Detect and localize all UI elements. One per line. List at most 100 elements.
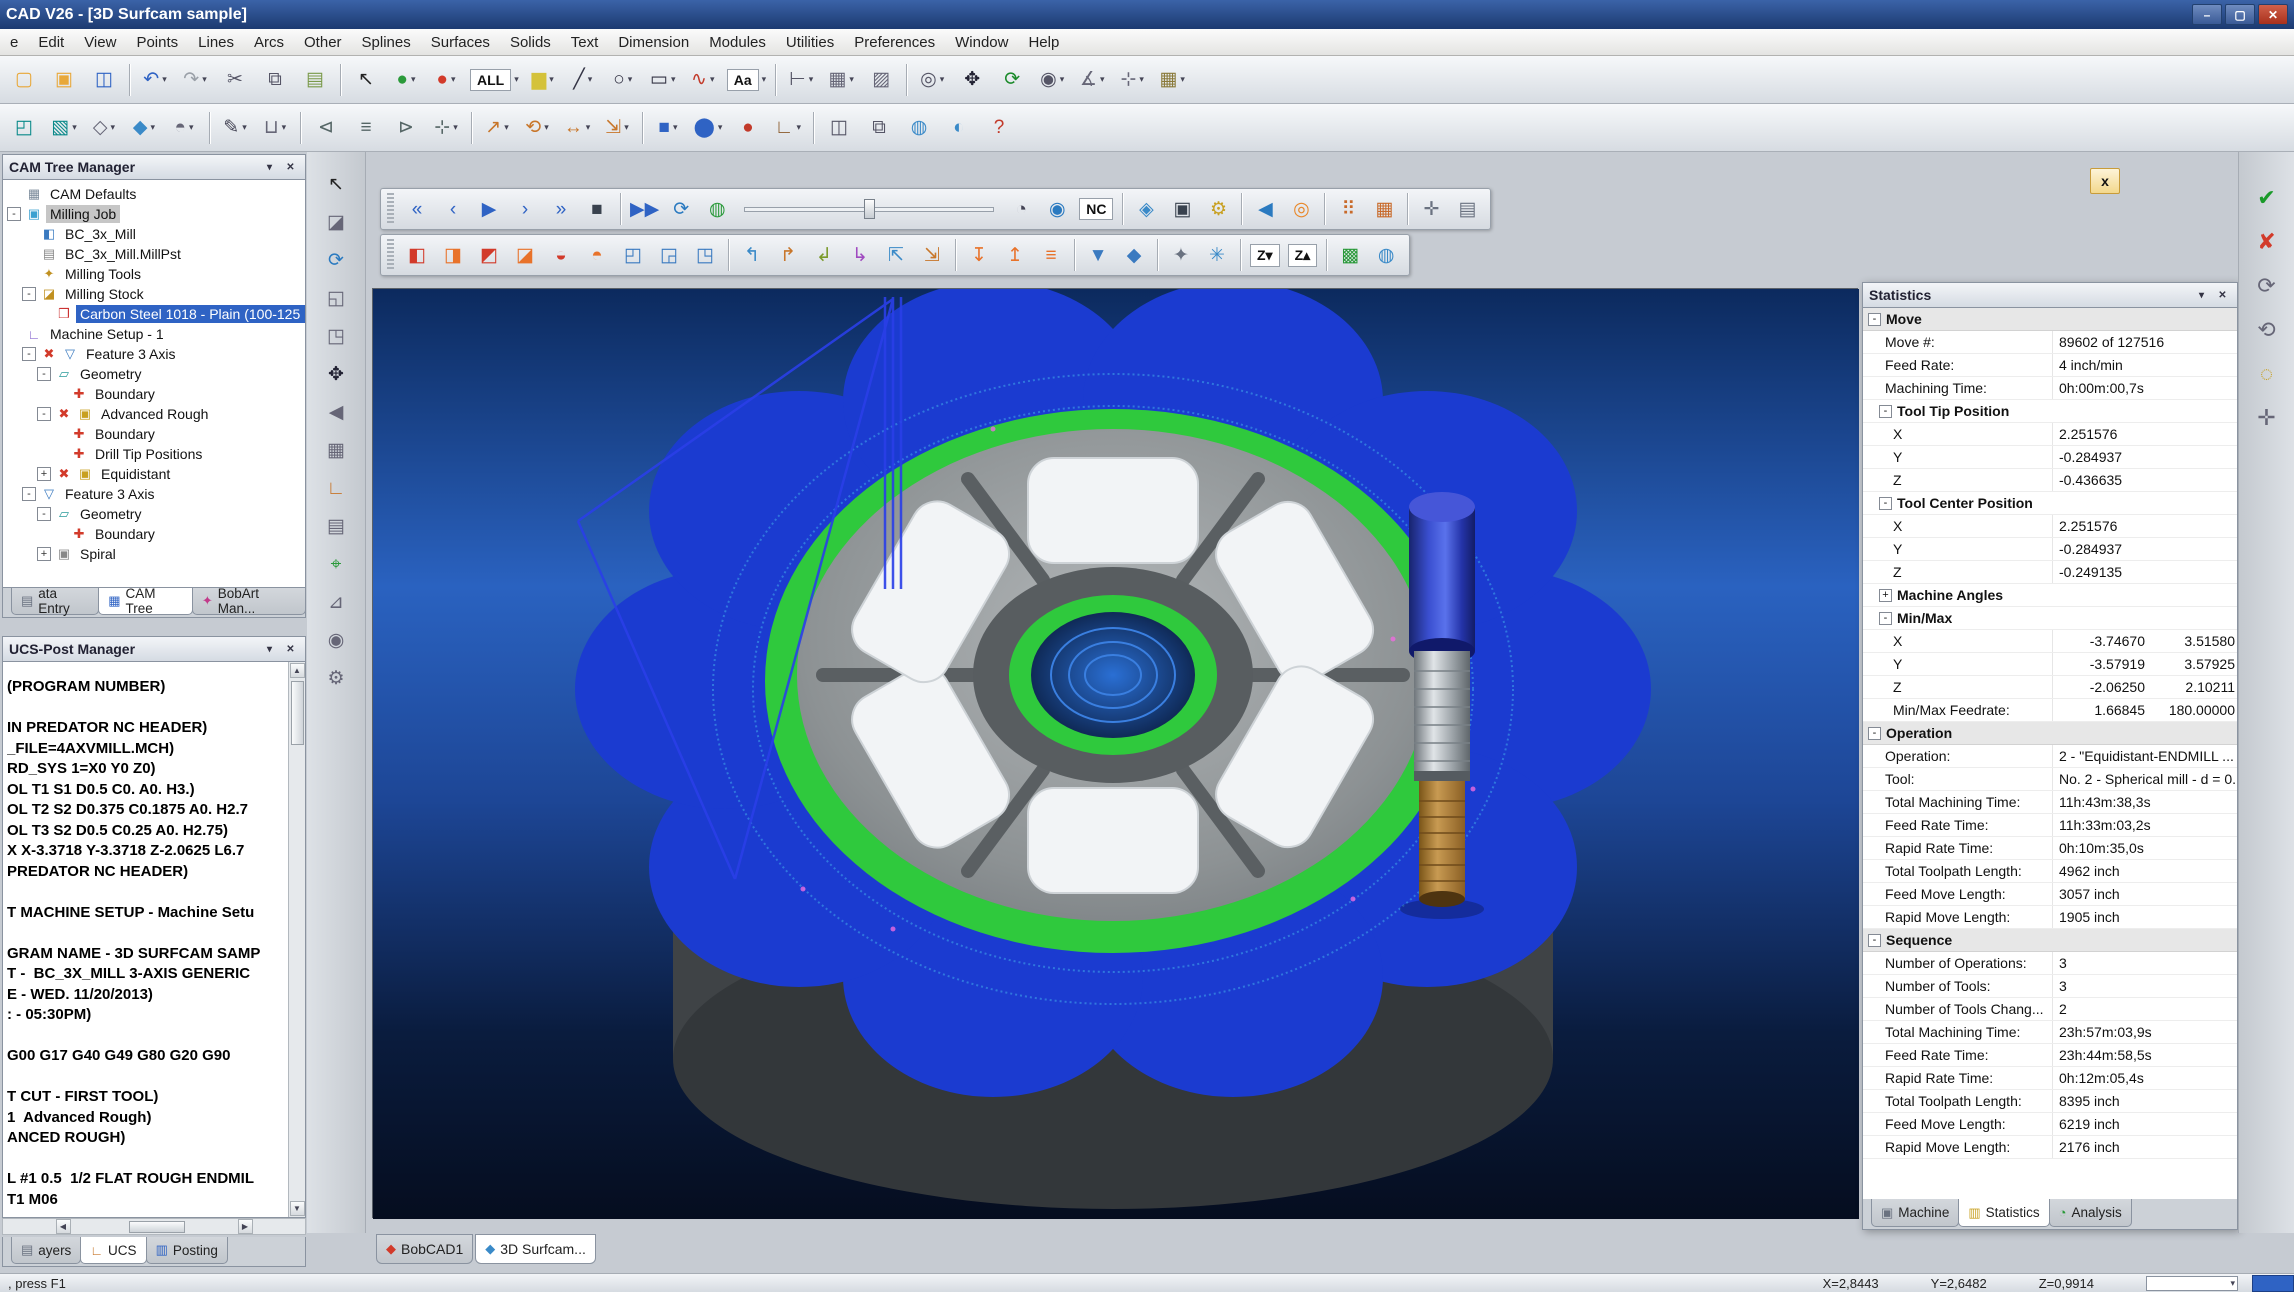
collapse-box-icon[interactable]: - — [7, 207, 21, 221]
strip-visibility-icon[interactable]: ◉ — [314, 622, 358, 658]
post-vertical-scrollbar[interactable]: ▲ ▼ — [288, 662, 305, 1217]
collapse-box-icon[interactable]: - — [1868, 313, 1881, 326]
menu-item-other[interactable]: Other — [294, 29, 352, 55]
collapse-box-icon[interactable]: - — [1879, 612, 1892, 625]
scale-icon[interactable]: ⇲ — [598, 109, 636, 147]
render-icon[interactable]: ◍ — [900, 109, 938, 147]
viewport-3d[interactable] — [372, 288, 1858, 1218]
stock-display-icon[interactable]: ▩ — [1333, 238, 1367, 272]
pattern-icon[interactable]: ▦ — [822, 61, 860, 99]
extrude-icon[interactable]: ◓ — [165, 109, 203, 147]
collapse-box-icon[interactable]: - — [1879, 405, 1892, 418]
tab-bobart-man[interactable]: ✦BobArt Man... — [192, 588, 306, 615]
text-tool-icon[interactable]: Aa — [724, 61, 769, 99]
stats-row-machine-angles[interactable]: +Machine Angles — [1863, 584, 2237, 607]
rotate-ccw-icon[interactable]: ⟲ — [2246, 312, 2288, 348]
orient-1-icon[interactable]: ↰ — [735, 238, 769, 272]
sim-close-button[interactable]: x — [2090, 168, 2120, 194]
menu-item-splines[interactable]: Splines — [352, 29, 421, 55]
sim-speed-icon[interactable]: ◉ — [1040, 192, 1074, 226]
tree-item-milling-job[interactable]: -▣Milling Job — [3, 204, 305, 224]
color-swatch-icon[interactable]: ▆ — [524, 61, 562, 99]
grid-tool-icon[interactable]: ▦ — [1153, 61, 1191, 99]
menu-item-lines[interactable]: Lines — [188, 29, 244, 55]
sim-step-forward-icon[interactable]: › — [508, 192, 542, 226]
strip-previous-view-icon[interactable]: ◀ — [314, 394, 358, 430]
maximize-button[interactable]: ▢ — [2225, 4, 2255, 25]
sim-grid-icon[interactable]: ▦ — [1367, 192, 1401, 226]
tree-item-boundary[interactable]: ✚Boundary — [3, 524, 305, 544]
toolbar-drag-handle[interactable] — [387, 193, 394, 225]
help-icon[interactable]: ? — [980, 109, 1018, 147]
tree-item-machine-setup-1[interactable]: ∟Machine Setup - 1 — [3, 324, 305, 344]
tree-item-drill-tip-positions[interactable]: ✚Drill Tip Positions — [3, 444, 305, 464]
scrollbar-thumb[interactable] — [291, 681, 304, 745]
tree-item-feature-3-axis[interactable]: -▽Feature 3 Axis — [3, 484, 305, 504]
menu-item-edit[interactable]: Edit — [28, 29, 74, 55]
sim-play-icon[interactable]: ▶ — [472, 192, 506, 226]
menu-item-help[interactable]: Help — [1018, 29, 1069, 55]
sim-repeat-icon[interactable]: ⟳ — [664, 192, 698, 226]
tab-ata-entry[interactable]: ▤ata Entry — [11, 588, 99, 615]
surface-icon[interactable]: ◆ — [125, 109, 163, 147]
menu-item-arcs[interactable]: Arcs — [244, 29, 294, 55]
slider-thumb[interactable] — [864, 199, 875, 219]
step-up-icon[interactable]: ↥ — [998, 238, 1032, 272]
sim-target-icon[interactable]: ◎ — [1284, 192, 1318, 226]
expand-box-icon[interactable]: + — [37, 467, 51, 481]
expand-box-icon[interactable]: + — [1879, 589, 1892, 602]
menu-item-surfaces[interactable]: Surfaces — [421, 29, 500, 55]
strip-layers-icon[interactable]: ▤ — [314, 508, 358, 544]
wireframe-icon[interactable]: ◇ — [85, 109, 123, 147]
open-file-icon[interactable]: ▣ — [45, 61, 83, 99]
stats-row-tool-tip-position[interactable]: -Tool Tip Position — [1863, 400, 2237, 423]
hatch-icon[interactable]: ▨ — [862, 61, 900, 99]
undo-icon[interactable]: ↶ — [136, 61, 174, 99]
tab-statistics[interactable]: ▥Statistics — [1958, 1199, 2049, 1227]
solid-box-icon[interactable]: ▧ — [45, 109, 83, 147]
menu-item-points[interactable]: Points — [126, 29, 188, 55]
paste-icon[interactable]: ▤ — [296, 61, 334, 99]
translate-icon[interactable]: ↗ — [478, 109, 516, 147]
tree-item-geometry[interactable]: -▱Geometry — [3, 504, 305, 524]
strip-zoom-window-icon[interactable]: ◱ — [314, 280, 358, 316]
sim-stop-icon[interactable]: ■ — [580, 192, 614, 226]
sim-tools-icon[interactable]: ✛ — [1414, 192, 1448, 226]
view-iso3-icon[interactable]: ◳ — [688, 238, 722, 272]
confirm-check-icon[interactable]: ✔ — [2246, 180, 2288, 216]
view-front-icon[interactable]: ◧ — [400, 238, 434, 272]
tab-ayers[interactable]: ▤ayers — [11, 1237, 81, 1264]
collapse-box-icon[interactable]: - — [37, 407, 51, 421]
spline-tool-icon[interactable]: ∿ — [684, 61, 722, 99]
menu-item-text[interactable]: Text — [561, 29, 609, 55]
collapse-box-icon[interactable]: - — [22, 287, 36, 301]
tree-item-milling-tools[interactable]: ✦Milling Tools — [3, 264, 305, 284]
rotate-entity-icon[interactable]: ⟲ — [518, 109, 556, 147]
stats-row-move[interactable]: -Move — [1863, 308, 2237, 331]
collapse-box-icon[interactable]: - — [1868, 934, 1881, 947]
orient-6-icon[interactable]: ⇲ — [915, 238, 949, 272]
orient-4-icon[interactable]: ↳ — [843, 238, 877, 272]
tab-ucs[interactable]: ∟UCS — [80, 1237, 146, 1264]
tree-item-bc-3x-mill-millpst[interactable]: ▤BC_3x_Mill.MillPst — [3, 244, 305, 264]
stats-row-sequence[interactable]: -Sequence — [1863, 929, 2237, 952]
tree-item-spiral[interactable]: +▣Spiral — [3, 544, 305, 564]
sim-monitor-icon[interactable]: ▣ — [1165, 192, 1199, 226]
cut-icon[interactable]: ✂ — [216, 61, 254, 99]
sim-to-start-icon[interactable]: « — [400, 192, 434, 226]
menu-item-solids[interactable]: Solids — [500, 29, 561, 55]
tree-item-bc-3x-mill[interactable]: ◧BC_3x_Mill — [3, 224, 305, 244]
verify-icon[interactable]: ◆ — [1117, 238, 1151, 272]
sparkle-icon[interactable]: ✦ — [1164, 238, 1198, 272]
scroll-left-icon[interactable]: ◀ — [56, 1219, 71, 1234]
sketch-icon[interactable]: ✎ — [216, 109, 254, 147]
menu-item-dimension[interactable]: Dimension — [608, 29, 699, 55]
tree-item-boundary[interactable]: ✚Boundary — [3, 384, 305, 404]
menu-item-modules[interactable]: Modules — [699, 29, 776, 55]
panel-close-icon[interactable]: ✕ — [282, 641, 299, 658]
sim-compare-icon[interactable]: ⠿ — [1331, 192, 1365, 226]
view-right-icon[interactable]: ◪ — [508, 238, 542, 272]
axes-icon[interactable]: ∟ — [769, 109, 807, 147]
view-bottom-icon[interactable]: ◓ — [580, 238, 614, 272]
tab-bobcad1[interactable]: ◆BobCAD1 — [376, 1234, 473, 1264]
